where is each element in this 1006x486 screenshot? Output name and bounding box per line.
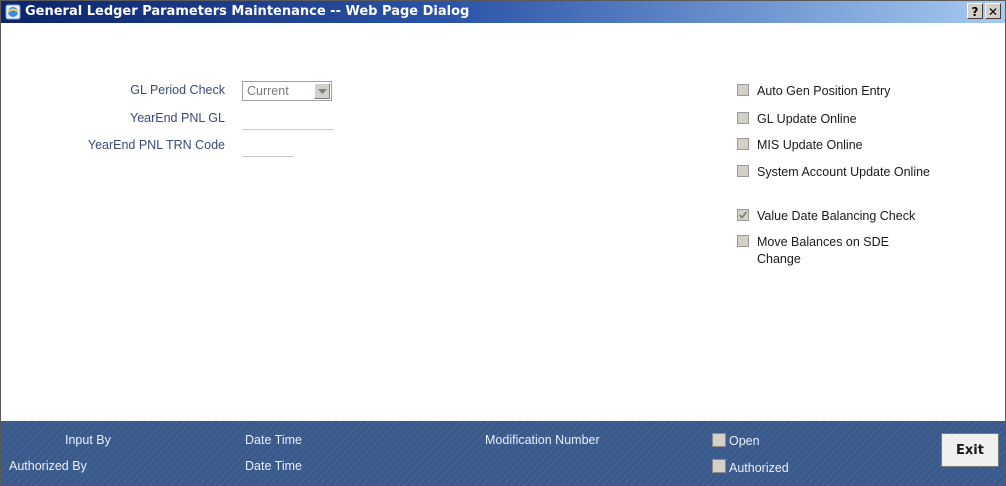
- authorized-by-label: Authorized By: [9, 459, 87, 473]
- option-label: Value Date Balancing Check: [757, 209, 916, 223]
- checkbox-checked[interactable]: [737, 209, 749, 221]
- chevron-down-icon[interactable]: [314, 83, 330, 99]
- ie-page-icon: [5, 4, 21, 20]
- date-time-label: Date Time: [245, 433, 302, 447]
- title-bar[interactable]: General Ledger Parameters Maintenance --…: [1, 1, 1005, 23]
- gl-period-check-label: GL Period Check: [130, 83, 225, 97]
- exit-button[interactable]: Exit: [941, 433, 999, 467]
- checkbox[interactable]: [737, 112, 749, 124]
- option-label: System Account Update Online: [757, 165, 931, 179]
- audit-footer: Input By Date Time Modification Number O…: [1, 421, 1005, 485]
- date-time-label-2: Date Time: [245, 459, 302, 473]
- option-label: GL Update Online: [757, 112, 857, 126]
- option-label: Auto Gen Position Entry: [757, 84, 891, 98]
- dialog-window: General Ledger Parameters Maintenance --…: [0, 0, 1006, 486]
- checkbox[interactable]: [737, 84, 749, 96]
- modification-number-label: Modification Number: [485, 433, 600, 447]
- yearend-pnl-trn-code-label: YearEnd PNL TRN Code: [87, 138, 225, 152]
- authorized-label: Authorized: [729, 461, 789, 475]
- open-label: Open: [729, 434, 760, 448]
- option-label: Move Balances on SDE Change: [757, 235, 890, 266]
- gl-period-check-select[interactable]: Current: [242, 81, 332, 101]
- close-button[interactable]: ✕: [985, 3, 1001, 19]
- authorized-checkbox[interactable]: [712, 459, 726, 473]
- checkbox[interactable]: [737, 165, 749, 177]
- option-label: MIS Update Online: [757, 138, 863, 152]
- yearend-pnl-gl-label: YearEnd PNL GL: [130, 111, 225, 125]
- gl-period-check-value: Current: [247, 84, 289, 98]
- open-checkbox[interactable]: [712, 433, 726, 447]
- window-title: General Ledger Parameters Maintenance --…: [25, 4, 470, 19]
- checkbox[interactable]: [737, 138, 749, 150]
- input-by-label: Input By: [65, 433, 111, 447]
- yearend-pnl-trn-code-input[interactable]: [242, 138, 294, 157]
- checkmark-icon: [738, 211, 748, 219]
- checkbox[interactable]: [737, 235, 749, 247]
- help-button[interactable]: ?: [967, 3, 983, 19]
- yearend-pnl-gl-input[interactable]: [242, 111, 334, 130]
